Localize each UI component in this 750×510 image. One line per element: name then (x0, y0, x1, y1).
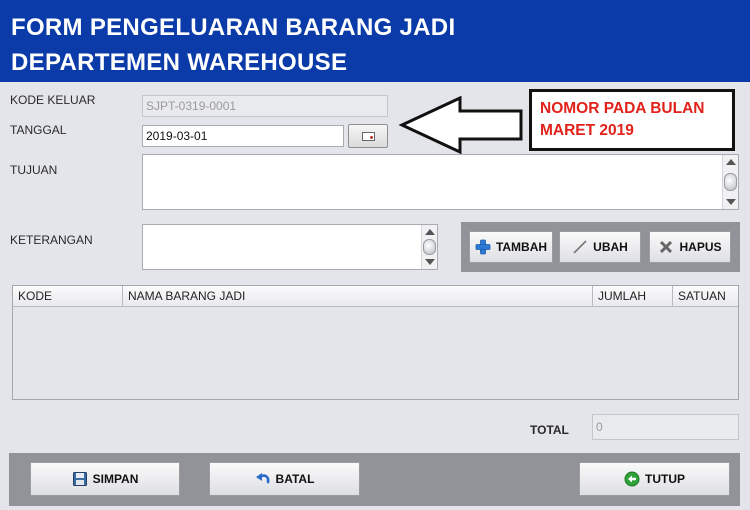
table-header: KODE NAMA BARANG JADI JUMLAH SATUAN (13, 286, 738, 307)
department-title: DEPARTEMEN WAREHOUSE (11, 49, 348, 76)
total-label: TOTAL (530, 423, 569, 437)
item-button-panel: TAMBAH UBAH HAPUS (461, 222, 740, 272)
date-picker-button[interactable] (348, 124, 388, 148)
tanggal-field[interactable]: 2019-03-01 (142, 125, 344, 147)
scroll-up-icon[interactable] (425, 229, 435, 235)
x-icon (660, 240, 673, 254)
column-header-kode[interactable]: KODE (13, 286, 123, 307)
tanggal-label: TANGGAL (10, 123, 67, 137)
tutup-label: TUTUP (645, 472, 685, 486)
scroll-thumb[interactable] (724, 173, 737, 191)
scroll-down-icon[interactable] (726, 199, 736, 205)
column-header-nama-barang[interactable]: NAMA BARANG JADI (123, 286, 593, 307)
ubah-label: UBAH (593, 240, 628, 254)
tujuan-label: TUJUAN (10, 163, 58, 177)
keterangan-scrollbar[interactable] (421, 225, 437, 269)
kode-keluar-label: KODE KELUAR (10, 93, 96, 107)
simpan-button[interactable]: SIMPAN (30, 462, 180, 496)
form-header: FORM PENGELUARAN BARANG JADI DEPARTEMEN … (0, 0, 750, 82)
footer-button-panel: SIMPAN BATAL TUTUP (9, 453, 740, 506)
calendar-icon (362, 132, 375, 141)
tutup-button[interactable]: TUTUP (579, 462, 730, 496)
annotation-line-2: MARET 2019 (540, 122, 634, 139)
annotation-box: NOMOR PADA BULAN MARET 2019 (529, 89, 735, 151)
hapus-label: HAPUS (679, 240, 722, 254)
pencil-icon (573, 240, 587, 254)
batal-button[interactable]: BATAL (209, 462, 360, 496)
hapus-button[interactable]: HAPUS (649, 231, 731, 263)
keterangan-label: KETERANGAN (10, 233, 93, 247)
scroll-thumb[interactable] (423, 239, 436, 255)
annotation-line-1: NOMOR PADA BULAN (540, 100, 705, 117)
simpan-label: SIMPAN (92, 472, 139, 486)
form-title: FORM PENGELUARAN BARANG JADI (11, 14, 456, 41)
pointer-arrow (398, 96, 523, 154)
floppy-disk-icon (72, 472, 87, 486)
scroll-up-icon[interactable] (726, 159, 736, 165)
keterangan-textarea[interactable] (142, 224, 438, 270)
items-table[interactable]: KODE NAMA BARANG JADI JUMLAH SATUAN (12, 285, 739, 400)
tambah-label: TAMBAH (495, 240, 548, 254)
tambah-button[interactable]: TAMBAH (469, 231, 553, 263)
scroll-down-icon[interactable] (425, 259, 435, 265)
batal-label: BATAL (275, 472, 315, 486)
ubah-button[interactable]: UBAH (559, 231, 641, 263)
tujuan-scrollbar[interactable] (722, 155, 738, 209)
total-field: 0 (592, 414, 739, 440)
undo-icon (255, 473, 269, 484)
column-header-satuan[interactable]: SATUAN (673, 286, 738, 307)
tujuan-textarea[interactable] (142, 154, 739, 210)
column-header-jumlah[interactable]: JUMLAH (593, 286, 673, 307)
exit-icon (624, 471, 640, 487)
plus-icon (475, 239, 491, 255)
kode-keluar-field: SJPT-0319-0001 (142, 95, 388, 117)
